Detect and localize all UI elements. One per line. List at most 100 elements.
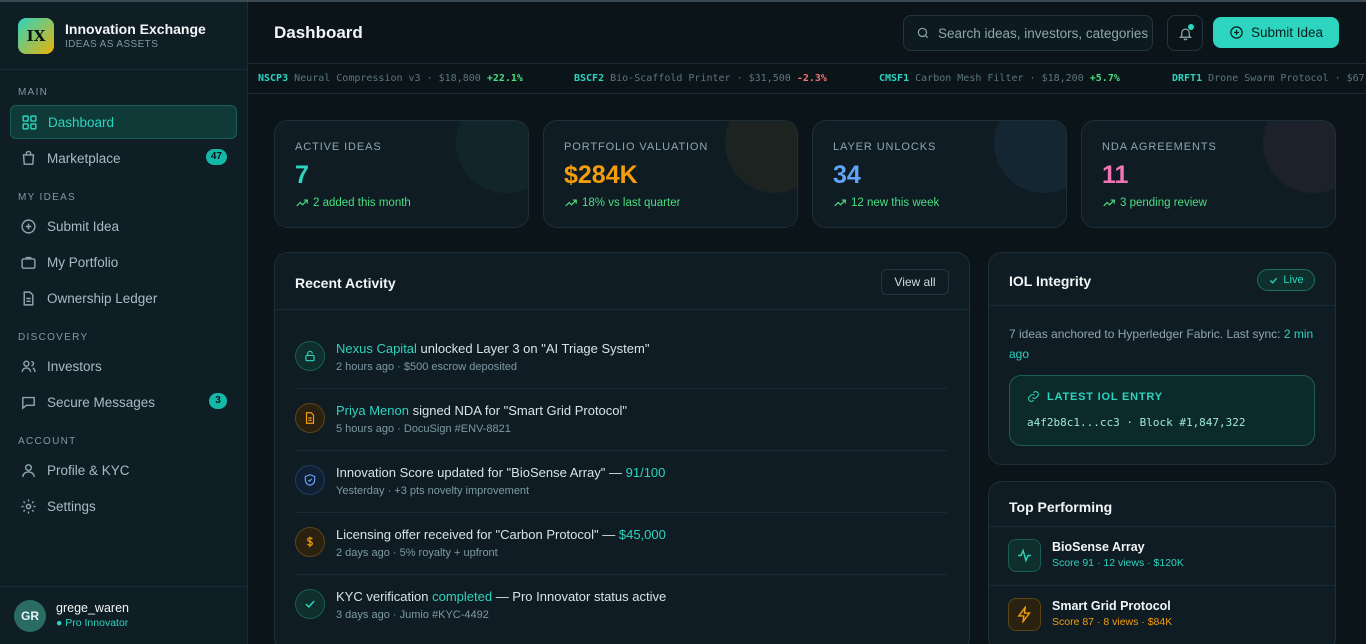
search-input[interactable]: Search ideas, investors, categories [903, 15, 1153, 51]
activity-meta: 2 hours ago · $500 escrow deposited [336, 361, 518, 373]
stat-label: NDA AGREEMENTS [1102, 141, 1217, 153]
nav-section-my-ideas: MY IDEAS [18, 192, 77, 203]
nav-section-main: MAIN [18, 87, 49, 98]
activity-icon [1008, 539, 1041, 572]
activity-meta: 3 days ago · Jumio #KYC-4492 [336, 609, 489, 621]
ticker-price: $31,500 [748, 73, 791, 84]
sidebar-item-label: Secure Messages [47, 394, 156, 410]
top-performing-item[interactable]: Smart Grid Protocol Score 87 · 8 views ·… [989, 586, 1335, 644]
activity-item[interactable]: Innovation Score updated for "BioSense A… [295, 451, 947, 513]
activity-item[interactable]: Licensing offer received for "Carbon Pro… [295, 513, 947, 575]
search-placeholder: Search ideas, investors, categories [938, 25, 1149, 41]
file-icon [295, 403, 325, 433]
recent-activity-panel: Recent Activity View all Nexus Capital u… [274, 252, 970, 644]
user-profile[interactable]: GR grege_waren ● Pro Innovator [0, 586, 247, 644]
sidebar-item-submit-idea[interactable]: Submit Idea [10, 209, 237, 243]
sidebar-item-ownership-ledger[interactable]: Ownership Ledger [10, 281, 237, 315]
ticker-price: $67 [1346, 73, 1365, 84]
page-title: Dashboard [274, 22, 363, 42]
live-status-badge: Live [1257, 269, 1315, 291]
trending-up-icon [834, 199, 846, 207]
sidebar-item-profile-kyc[interactable]: Profile & KYC [10, 453, 237, 487]
sidebar-item-label: Ownership Ledger [47, 290, 158, 306]
sidebar-item-marketplace[interactable]: Marketplace 47 [10, 141, 237, 175]
sidebar-item-settings[interactable]: Settings [10, 489, 237, 523]
nav-section-discovery: DISCOVERY [18, 332, 89, 343]
brand-name: Innovation Exchange [65, 20, 206, 37]
stat-value: $284K [564, 161, 638, 189]
submit-idea-button[interactable]: Submit Idea [1213, 17, 1339, 48]
ticker-change: +5.7% [1089, 73, 1120, 84]
stat-card-nda-agreements: NDA AGREEMENTS 11 3 pending review [1081, 120, 1336, 228]
sidebar-item-label: Dashboard [48, 114, 115, 130]
idea-meta: Score 87 · 8 views · $84K [1052, 616, 1173, 628]
ticker-change: -2.3% [796, 73, 827, 84]
users-icon [19, 357, 37, 375]
ticker-item[interactable]: BSCF2 Bio-Scaffold Printer · $31,500 -2.… [574, 64, 827, 93]
stat-label: LAYER UNLOCKS [833, 141, 937, 153]
activity-meta: 5 hours ago · DocuSign #ENV-8821 [336, 423, 511, 435]
card-decoration [456, 121, 528, 193]
top-performing-panel: Top Performing BioSense Array Score 91 ·… [988, 481, 1336, 644]
ticker-symbol: CMSF1 [879, 73, 910, 84]
activity-item[interactable]: KYC verification completed — Pro Innovat… [295, 575, 947, 637]
sidebar-item-secure-messages[interactable]: Secure Messages 3 [10, 385, 237, 419]
ticker-item[interactable]: CMSF1 Carbon Mesh Filter · $18,200 +5.7% [879, 64, 1120, 93]
stat-label: ACTIVE IDEAS [295, 141, 382, 153]
stat-card-active-ideas: ACTIVE IDEAS 7 2 added this month [274, 120, 529, 228]
latest-iol-entry[interactable]: LATEST IOL ENTRY a4f2b8c1...cc3 · Block … [1009, 375, 1315, 446]
stat-sub-text: 12 new this week [851, 197, 940, 209]
top-performing-item[interactable]: BioSense Array Score 91 · 12 views · $12… [989, 527, 1335, 586]
stat-subtext: 3 pending review [1102, 196, 1207, 210]
sidebar-item-dashboard[interactable]: Dashboard [10, 105, 237, 139]
panel-title: IOL Integrity [1009, 273, 1092, 289]
sidebar-item-my-portfolio[interactable]: My Portfolio [10, 245, 237, 279]
sidebar-item-investors[interactable]: Investors [10, 349, 237, 383]
notifications-button[interactable] [1167, 15, 1203, 51]
gear-icon [19, 497, 37, 515]
iol-entry-heading: LATEST IOL ENTRY [1027, 390, 1163, 403]
sidebar: IX Innovation Exchange IDEAS AS ASSETS M… [0, 2, 248, 644]
stat-subtext: 18% vs last quarter [564, 196, 680, 210]
user-status: ● Pro Innovator [56, 617, 129, 629]
ticker-name: Neural Compression v3 [294, 73, 421, 84]
stat-value: 34 [833, 161, 861, 189]
view-all-button[interactable]: View all [881, 269, 949, 295]
search-icon [917, 27, 929, 39]
activity-text: Innovation Score updated for "BioSense A… [336, 465, 666, 480]
brand-tagline: IDEAS AS ASSETS [65, 38, 159, 50]
stat-label: PORTFOLIO VALUATION [564, 141, 709, 153]
grid-icon [20, 113, 38, 131]
sidebar-item-label: Marketplace [47, 150, 121, 166]
notification-dot [1188, 24, 1194, 30]
nav-section-account: ACCOUNT [18, 436, 77, 447]
plus-circle-icon [1230, 26, 1243, 39]
iol-description: 7 ideas anchored to Hyperledger Fabric. … [1009, 327, 1314, 361]
activity-text: Priya Menon signed NDA for "Smart Grid P… [336, 403, 628, 418]
submit-idea-label: Submit Idea [1250, 25, 1324, 40]
stat-sub-text: 18% vs last quarter [582, 197, 681, 209]
trending-up-icon [1103, 199, 1115, 207]
zap-icon [1008, 598, 1041, 631]
panel-title: Top Performing [1009, 499, 1113, 515]
stat-subtext: 2 added this month [295, 196, 411, 210]
user-name: grege_waren [56, 601, 129, 615]
sidebar-item-label: Settings [47, 498, 96, 514]
ticker-price: $18,800 [438, 73, 481, 84]
stat-subtext: 12 new this week [833, 196, 939, 210]
lock-icon [295, 341, 325, 371]
ticker-item[interactable]: NSCP3 Neural Compression v3 · $18,800 +2… [258, 64, 523, 93]
stat-card-portfolio-valuation: PORTFOLIO VALUATION $284K 18% vs last qu… [543, 120, 798, 228]
activity-item[interactable]: Priya Menon signed NDA for "Smart Grid P… [295, 389, 947, 451]
check-icon [1270, 277, 1278, 284]
stat-sub-text: 2 added this month [313, 197, 411, 209]
activity-item[interactable]: Nexus Capital unlocked Layer 3 on "AI Tr… [295, 327, 947, 389]
card-decoration [725, 121, 797, 193]
sidebar-item-label: Submit Idea [47, 218, 120, 234]
avatar: GR [14, 599, 46, 632]
ticker-symbol: BSCF2 [574, 73, 605, 84]
sidebar-item-label: My Portfolio [47, 254, 119, 270]
ticker-symbol: DRFT1 [1172, 73, 1203, 84]
ticker-item[interactable]: DRFT1 Drone Swarm Protocol · $67 [1172, 64, 1365, 93]
activity-text: Nexus Capital unlocked Layer 3 on "AI Tr… [336, 341, 650, 356]
